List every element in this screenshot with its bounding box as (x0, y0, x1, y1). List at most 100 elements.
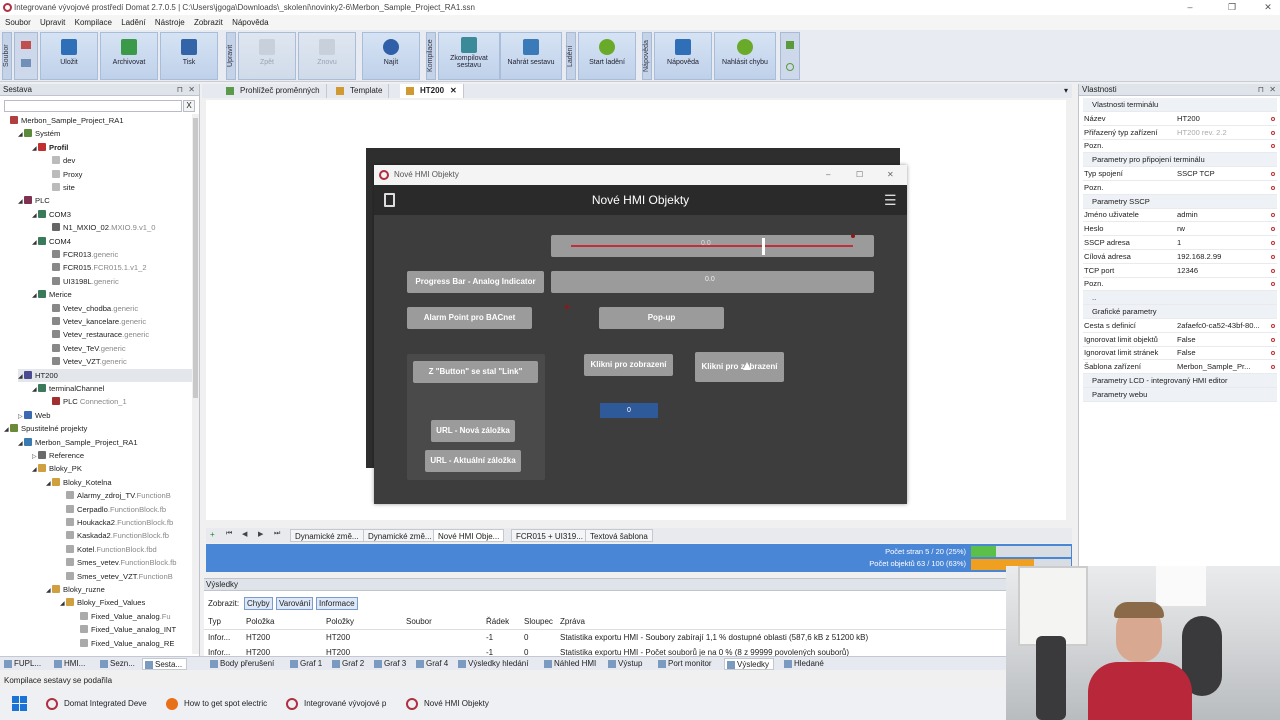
filter-warnings-button[interactable]: Varování (276, 597, 314, 610)
menu-soubor[interactable]: Soubor (5, 18, 31, 27)
tree-node[interactable]: ◢ Systém (18, 127, 60, 140)
tool-tab[interactable]: Náhled HMI (542, 658, 600, 670)
property-row[interactable]: Typ spojení SSCP TCP (1083, 167, 1277, 181)
filter-errors-button[interactable]: Chyby (244, 597, 273, 610)
taskbar-hmi[interactable]: Nové HMI Objekty (402, 692, 516, 716)
tree-node[interactable]: ◢ Profil (32, 141, 68, 154)
tree-node[interactable]: Fixed_Value_analog_INT (74, 623, 176, 636)
tree-node[interactable]: ◢ terminalChannel (32, 382, 104, 395)
tree-node[interactable]: ◢ Merice (32, 288, 72, 301)
property-section[interactable]: Parametry LCD - integrovaný HMI editor (1083, 374, 1277, 388)
print-button[interactable]: Tisk (160, 32, 218, 80)
property-row[interactable]: Šablona zařízení Merbon_Sample_Pr... (1083, 360, 1277, 375)
upload-button[interactable]: Nahrát sestavu (500, 32, 562, 80)
tree-node[interactable]: Vetev_chodba.generic (46, 302, 138, 315)
tool-tab[interactable]: Hledané (782, 658, 828, 670)
property-value[interactable]: Merbon_Sample_Pr... (1177, 360, 1267, 374)
tool-tab[interactable]: Body přerušení (208, 658, 278, 670)
property-row[interactable]: Pozn. (1083, 139, 1277, 154)
property-value[interactable]: 2afaefc0-ca52-43bf-80... (1177, 319, 1267, 333)
tree-node[interactable]: Smes_vetev_VZT.FunctionB (60, 570, 173, 583)
popup-button[interactable]: Pop-up (599, 307, 724, 329)
property-section[interactable]: Parametry webu (1083, 387, 1277, 402)
property-row[interactable]: Ignorovat limit objektů False (1083, 333, 1277, 347)
tree-node[interactable]: ◢ PLC (18, 194, 50, 207)
new-icon[interactable] (21, 41, 31, 49)
property-section[interactable]: .. (1083, 291, 1277, 306)
tab-dropdown-icon[interactable]: ▾ (1064, 86, 1068, 95)
pin-icon[interactable]: ⊓ (177, 84, 183, 96)
page-icon[interactable] (384, 193, 395, 207)
tool-tab[interactable]: Graf 3 (372, 658, 410, 670)
menu-upravit[interactable]: Upravit (40, 18, 65, 27)
maximize-button[interactable]: ❐ (1222, 0, 1242, 15)
redo-button[interactable]: Znovu (298, 32, 356, 80)
tree-node[interactable]: ◢ Bloky_Fixed_Values (60, 596, 145, 609)
compile-button[interactable]: Zkompilovat sestavu (438, 32, 500, 80)
property-row[interactable]: Přiřazený typ zařízení HT200 rev. 2.2 (1083, 126, 1277, 140)
click-to-show-button-2[interactable]: Klikni pro zobrazení (695, 352, 784, 382)
tool-tab[interactable]: HMI... (52, 658, 89, 670)
tool-tab[interactable]: Graf 1 (288, 658, 326, 670)
tree-node[interactable]: Vetev_kancelare.generic (46, 315, 146, 328)
panel-close-icon[interactable]: ✕ (188, 84, 195, 96)
tree-node[interactable]: ◢ COM3 (32, 208, 71, 221)
tree-node[interactable]: Vetev_TeV.generic (46, 342, 126, 355)
tab-ht200[interactable]: HT200 ✕ (400, 84, 464, 98)
prev-page-icon[interactable]: ◀ (242, 530, 247, 538)
property-section[interactable]: Parametry SSCP (1083, 194, 1277, 209)
page-tab-active[interactable]: Nové HMI Obje... (433, 529, 505, 542)
alarm-point-button[interactable]: Alarm Point pro BACnet (407, 307, 532, 329)
tree-node[interactable]: FCR015.FCR015.1.v1_2 (46, 261, 147, 274)
tree-node[interactable]: dev (46, 154, 75, 167)
property-row[interactable]: Pozn. (1083, 181, 1277, 195)
property-row[interactable]: Pozn. (1083, 277, 1277, 292)
property-value[interactable]: False (1177, 346, 1267, 360)
property-row[interactable]: Jméno uživatele admin (1083, 208, 1277, 223)
property-value[interactable]: HT200 rev. 2.2 (1177, 126, 1267, 140)
tree-node[interactable]: UI3198L.generic (46, 275, 119, 288)
tool-tab[interactable]: Sesta... (142, 658, 188, 670)
first-page-icon[interactable]: ⏮ (226, 530, 232, 538)
page-tab[interactable]: Dynamické změ... (363, 529, 437, 542)
progress-bar-button[interactable]: Progress Bar - Analog Indicator (407, 271, 544, 293)
next-page-icon[interactable]: ▶ (258, 530, 263, 538)
find-button[interactable]: Najít (362, 32, 420, 80)
tool-tab[interactable]: Port monitor (656, 658, 716, 670)
clear-search-button[interactable]: X (183, 100, 195, 112)
save-button[interactable]: Uložit (40, 32, 98, 80)
property-value[interactable]: rw (1177, 222, 1267, 236)
tab-template[interactable]: Template (330, 84, 390, 98)
hmi-maximize-button[interactable]: ☐ (856, 165, 863, 185)
taskbar-domat[interactable]: Domat Integrated Deve (42, 692, 156, 716)
property-value[interactable]: 192.168.2.99 (1177, 250, 1267, 264)
panel-close-icon[interactable]: ✕ (1269, 84, 1276, 96)
tree-node[interactable]: ◢ Bloky_ruzne (46, 583, 105, 596)
tree-node[interactable]: ▷ Reference (32, 449, 84, 462)
close-button[interactable]: ✕ (1258, 0, 1278, 15)
tree-node[interactable]: ◢ Spustitelné projekty (4, 422, 87, 435)
tree-node[interactable]: Fixed_Value_analog_RE (74, 637, 174, 650)
tree-node[interactable]: N1_MXIO_02.MXIO.9.v1_0 (46, 221, 155, 234)
slider-handle[interactable] (762, 238, 765, 255)
property-value[interactable]: admin (1177, 208, 1267, 222)
button-link-label[interactable]: Z "Button" se stal "Link" (413, 361, 538, 383)
tool-tab[interactable]: Graf 4 (414, 658, 452, 670)
property-row[interactable]: Heslo rw (1083, 222, 1277, 237)
add-page-icon[interactable]: + (210, 530, 215, 539)
click-to-show-button-1[interactable]: Klikni pro zobrazení (584, 354, 673, 376)
menu-zobrazit[interactable]: Zobrazit (194, 18, 223, 27)
last-page-icon[interactable]: ⏭ (274, 530, 280, 538)
tree-node[interactable]: Cerpadlo.FunctionBlock.fb (60, 503, 166, 516)
tool-tab[interactable]: Výstup (606, 658, 646, 670)
tab-variable-browser[interactable]: Prohlížeč proměnných (220, 84, 327, 98)
tool-tab[interactable]: Výsledky hledání (456, 658, 532, 670)
property-row[interactable]: Ignorovat limit stránek False (1083, 346, 1277, 361)
small-tool-icon[interactable] (786, 41, 794, 49)
report-bug-button[interactable]: Nahlásit chybu (714, 32, 776, 80)
start-debug-button[interactable]: Start ladění (578, 32, 636, 80)
property-row[interactable]: Cílová adresa 192.168.2.99 (1083, 250, 1277, 264)
property-value[interactable]: SSCP TCP (1177, 167, 1267, 181)
property-row[interactable]: Název HT200 (1083, 112, 1277, 126)
tree-node[interactable]: ◢ Bloky_Kotelna (46, 476, 112, 489)
